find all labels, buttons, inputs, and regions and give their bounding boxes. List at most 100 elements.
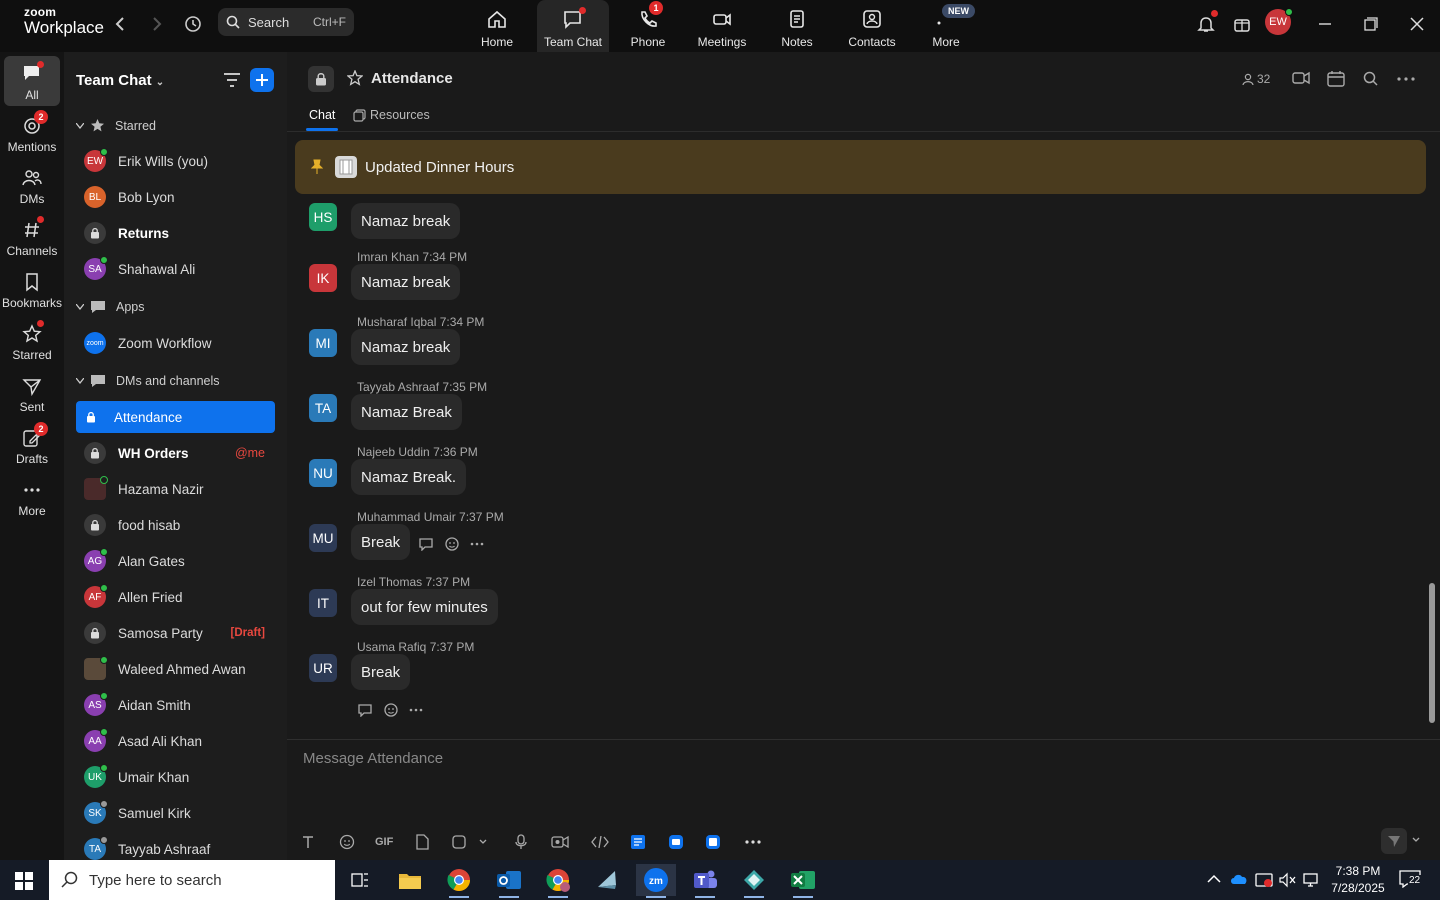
onedrive-icon[interactable]: [1230, 873, 1248, 885]
message-bubble[interactable]: Namaz Break.: [351, 459, 467, 495]
rail-more[interactable]: More: [4, 472, 60, 522]
windows-start-icon[interactable]: [15, 872, 33, 890]
code-snippet-icon[interactable]: [591, 833, 609, 851]
whiteboard-app-icon[interactable]: [705, 833, 721, 851]
zoom-workplace-logo[interactable]: zoom Workplace: [24, 6, 104, 36]
zoom-app-icon[interactable]: [668, 833, 684, 851]
channel-attendance[interactable]: Attendance: [76, 401, 275, 433]
back-icon[interactable]: [110, 14, 130, 34]
zoom-taskbar-icon[interactable]: zm: [636, 864, 676, 898]
notifications-bell-icon[interactable]: [1194, 10, 1218, 36]
sender-avatar[interactable]: NU: [309, 459, 337, 487]
reply-thread-icon[interactable]: [357, 703, 373, 717]
network-icon[interactable]: [1303, 872, 1321, 888]
sender-name[interactable]: Izel Thomas: [357, 575, 422, 589]
emoji-icon[interactable]: [339, 833, 355, 851]
message-bubble[interactable]: Break: [351, 524, 411, 560]
message-bubble[interactable]: Namaz Break: [351, 394, 462, 430]
text-format-icon[interactable]: [301, 833, 315, 851]
chat-aidan-smith[interactable]: AS Aidan Smith: [76, 689, 275, 721]
minimize-icon[interactable]: [1313, 12, 1337, 36]
volume-muted-icon[interactable]: [1278, 872, 1296, 888]
chrome-icon[interactable]: [439, 864, 479, 898]
members-button[interactable]: 32: [1242, 72, 1270, 86]
sender-avatar[interactable]: TA: [309, 394, 337, 422]
microphone-icon[interactable]: [515, 833, 527, 851]
rail-channels[interactable]: Channels: [4, 212, 60, 262]
task-view-icon[interactable]: [340, 864, 380, 896]
section-starred[interactable]: Starred: [76, 118, 156, 133]
search-channel-icon[interactable]: [1363, 71, 1378, 86]
chat-bob-lyon[interactable]: BL Bob Lyon: [76, 181, 275, 213]
video-message-icon[interactable]: [551, 833, 569, 851]
channel-wh-orders[interactable]: WH Orders @me: [76, 437, 275, 469]
topnav-phone[interactable]: 1 Phone: [612, 0, 684, 52]
more-actions-icon[interactable]: [409, 708, 423, 712]
chat-waleed-ahmed-awan[interactable]: Waleed Ahmed Awan: [76, 653, 275, 685]
section-apps[interactable]: Apps: [76, 300, 145, 314]
sender-name[interactable]: Imran Khan: [357, 250, 419, 264]
pinned-message-banner[interactable]: Updated Dinner Hours: [295, 140, 1426, 194]
sender-avatar[interactable]: HS: [309, 203, 337, 231]
rail-sent[interactable]: Sent: [4, 368, 60, 418]
sender-name[interactable]: Najeeb Uddin: [357, 445, 430, 459]
rail-dms[interactable]: DMs: [4, 160, 60, 210]
message-bubble[interactable]: out for few minutes: [351, 589, 498, 625]
message-bubble[interactable]: Break: [351, 654, 411, 690]
message-bubble[interactable]: Namaz break: [351, 329, 461, 365]
topnav-team-chat[interactable]: Team Chat: [537, 0, 609, 52]
message-bubble[interactable]: Namaz break: [351, 264, 461, 300]
sender-avatar[interactable]: MU: [309, 524, 337, 552]
sender-name[interactable]: Tayyab Ashraaf: [357, 380, 439, 394]
history-icon[interactable]: [183, 14, 203, 34]
message-bubble[interactable]: Namaz break: [351, 203, 461, 239]
security-icon[interactable]: [1255, 872, 1273, 888]
teams-icon[interactable]: [685, 864, 725, 898]
attach-file-icon[interactable]: [415, 833, 429, 851]
star-channel-icon[interactable]: [347, 70, 363, 86]
docs-app-icon[interactable]: [630, 833, 646, 851]
file-explorer-icon[interactable]: [390, 864, 430, 896]
whats-new-icon[interactable]: [1230, 12, 1254, 36]
topnav-contacts[interactable]: Contacts: [836, 0, 908, 52]
tab-chat[interactable]: Chat: [309, 108, 335, 122]
notification-center-icon[interactable]: 22: [1399, 870, 1425, 892]
rail-starred[interactable]: Starred: [4, 316, 60, 366]
section-dms-channels[interactable]: DMs and channels: [76, 374, 220, 388]
channel-samosa-party[interactable]: Samosa Party [Draft]: [76, 617, 275, 649]
sender-name[interactable]: Muhammad Umair: [357, 510, 456, 524]
topnav-notes[interactable]: Notes: [761, 0, 833, 52]
screenshot-icon[interactable]: [451, 833, 467, 851]
forward-icon[interactable]: [147, 14, 167, 34]
more-options-icon[interactable]: [1397, 77, 1415, 81]
chat-hazama-nazir[interactable]: Hazama Nazir: [76, 473, 275, 505]
show-hidden-icons-icon[interactable]: [1207, 874, 1221, 884]
app-zoom-workflow[interactable]: zoom Zoom Workflow: [76, 327, 275, 359]
reply-thread-icon[interactable]: [418, 537, 434, 551]
sender-avatar[interactable]: IK: [309, 264, 337, 292]
sender-avatar[interactable]: MI: [309, 329, 337, 357]
send-options-dropdown-icon[interactable]: [1412, 837, 1420, 843]
rail-bookmarks[interactable]: Bookmarks: [2, 264, 62, 314]
chat-shahawal-ali[interactable]: SA Shahawal Ali: [76, 253, 275, 285]
channel-returns[interactable]: Returns: [76, 217, 275, 249]
gif-button[interactable]: GIF: [375, 833, 393, 851]
topnav-home[interactable]: Home: [461, 0, 533, 52]
sender-avatar[interactable]: UR: [309, 654, 337, 682]
taskbar-search[interactable]: Type here to search: [49, 860, 335, 900]
filter-icon[interactable]: [223, 72, 241, 88]
add-reaction-icon[interactable]: [444, 536, 460, 552]
chat-tayyab-ashraaf[interactable]: TA Tayyab Ashraaf: [76, 833, 275, 860]
new-chat-button[interactable]: [250, 68, 274, 92]
user-avatar[interactable]: EW: [1265, 8, 1293, 35]
chat-scrollbar[interactable]: [1429, 583, 1435, 723]
rail-mentions[interactable]: 2 Mentions: [4, 108, 60, 158]
chat-erik-wills[interactable]: EW Erik Wills (you): [76, 145, 275, 177]
calendar-icon[interactable]: [1327, 70, 1345, 87]
channel-title[interactable]: Attendance: [371, 70, 453, 87]
more-tools-icon[interactable]: [745, 833, 761, 851]
topnav-meetings[interactable]: Meetings: [686, 0, 758, 52]
rail-drafts[interactable]: 2 Drafts: [4, 420, 60, 470]
taskbar-clock[interactable]: 7:38 PM 7/28/2025: [1325, 863, 1391, 897]
outlook-icon[interactable]: [489, 864, 529, 898]
